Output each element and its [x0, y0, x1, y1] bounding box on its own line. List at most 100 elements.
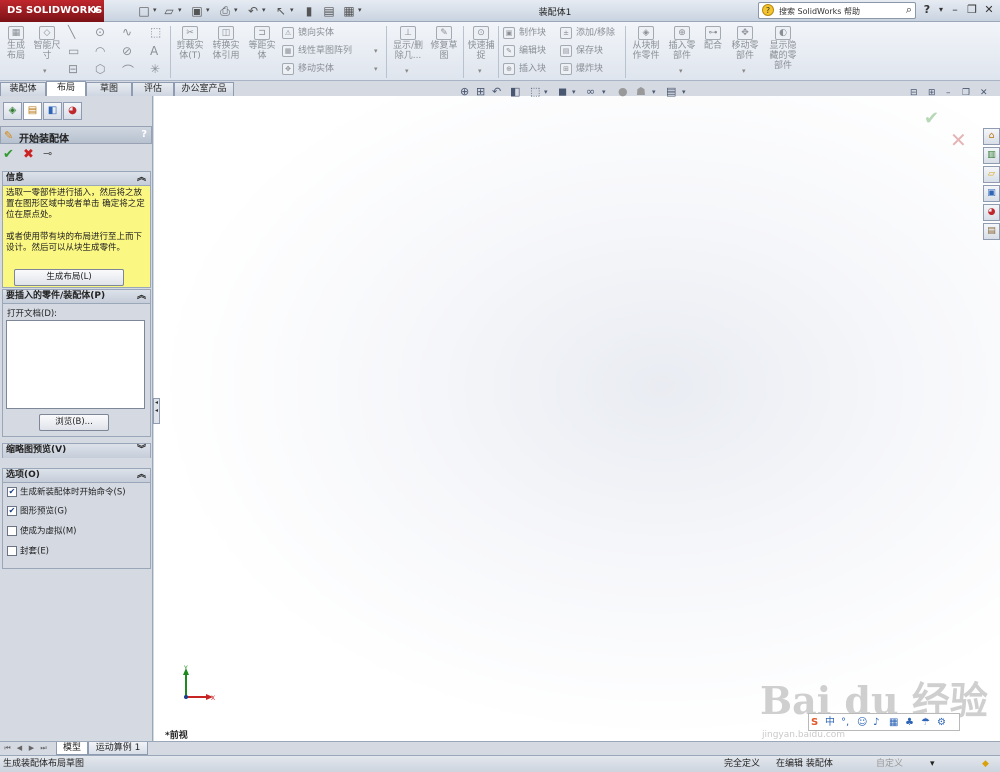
checkbox-unchecked[interactable]: [7, 526, 17, 536]
viewport-split-icon[interactable]: ⊟: [910, 88, 918, 98]
search-icon[interactable]: ⌕: [906, 3, 912, 17]
plane-icon[interactable]: ⬚: [150, 25, 161, 39]
tab-layout[interactable]: 布局: [46, 81, 86, 96]
ellipse-icon[interactable]: ⊘: [122, 44, 132, 58]
viewport-minimize-icon[interactable]: –: [946, 88, 951, 98]
checkbox-unchecked[interactable]: [7, 546, 17, 556]
previous-view-icon[interactable]: ↶: [492, 85, 501, 98]
open-documents-list[interactable]: [6, 320, 145, 409]
pushpin-icon[interactable]: ⊸: [43, 147, 52, 160]
ime-logo-icon[interactable]: S: [811, 715, 818, 730]
arc-icon[interactable]: ◠: [95, 44, 105, 58]
ime-voice-icon[interactable]: ♪: [873, 715, 879, 730]
mirror-entities-button[interactable]: ⚠ 镜向实体: [282, 25, 334, 41]
ime-punctuation-icon[interactable]: °,: [841, 715, 849, 730]
insert-part-group-header[interactable]: 要插入的零件/装配体(P) ︽: [3, 290, 150, 304]
option-graphics-preview[interactable]: ✔ 图形预览(G): [7, 506, 67, 518]
convert-entities-button[interactable]: ◫ 转换实 体引用: [208, 26, 244, 61]
ok-button[interactable]: ✔: [3, 147, 14, 162]
move-component-button[interactable]: ✥ 移动零 部件: [728, 26, 762, 61]
appearances-scenes-icon[interactable]: ◕: [983, 204, 1000, 221]
property-manager-tab-icon[interactable]: ▤: [23, 102, 42, 120]
restore-icon[interactable]: ❐: [965, 3, 979, 17]
explode-block-button[interactable]: ⊞ 爆炸块: [560, 61, 603, 77]
file-explorer-icon[interactable]: ▱: [983, 166, 1000, 183]
zoom-area-icon[interactable]: ⊞: [476, 85, 485, 98]
save-block-button[interactable]: ▤ 保存块: [560, 43, 603, 59]
last-tab-nav-icon[interactable]: ⏭: [38, 743, 49, 754]
scene-dropdown-icon[interactable]: ▾: [652, 88, 656, 96]
make-part-from-block-button[interactable]: ◈ 从块制 作零件: [630, 26, 662, 61]
repair-sketch-button[interactable]: ✎ 修复草 图: [428, 26, 460, 61]
first-tab-nav-icon[interactable]: ⏮: [2, 743, 13, 754]
units-icon[interactable]: ▾: [930, 756, 935, 772]
checkbox-checked[interactable]: ✔: [7, 487, 17, 497]
tab-evaluate[interactable]: 评估: [132, 82, 174, 96]
tab-model[interactable]: 模型: [56, 742, 88, 755]
move-entities-button[interactable]: ✥ 移动实体: [282, 61, 334, 77]
option-start-command[interactable]: ✔ 生成新装配体时开始命令(S): [7, 487, 126, 499]
option-envelope[interactable]: 封套(E): [7, 546, 49, 558]
insert-block-button[interactable]: ⊕ 插入块: [503, 61, 546, 77]
ime-emoji-icon[interactable]: ☺: [857, 715, 867, 730]
view-settings-icon[interactable]: ▤: [666, 85, 676, 98]
insert-component-button[interactable]: ⊕ 插入零 部件: [666, 26, 698, 61]
help-icon[interactable]: ?: [920, 3, 934, 17]
close-icon[interactable]: ✕: [982, 3, 996, 17]
options-group-header[interactable]: 选项(O) ︽: [3, 469, 150, 483]
view-orientation-dropdown-icon[interactable]: ▾: [544, 88, 548, 96]
rebuild-status-icon[interactable]: ◆: [982, 756, 989, 772]
viewport-close-icon[interactable]: ✕: [980, 88, 988, 98]
tab-sketch[interactable]: 草图: [86, 82, 132, 96]
confirmation-ok-icon[interactable]: ✔: [924, 108, 939, 129]
fillet-icon[interactable]: ⌒: [122, 62, 134, 79]
solidworks-resources-icon[interactable]: ⌂: [983, 128, 1000, 145]
ime-settings-icon[interactable]: ⚙: [937, 715, 946, 730]
add-remove-button[interactable]: ± 添加/移除: [560, 25, 615, 41]
graphics-area[interactable]: [154, 96, 1000, 741]
create-layout-panel-button[interactable]: 生成布局(L): [14, 269, 124, 286]
browse-button[interactable]: 浏览(B)...: [39, 414, 109, 431]
feature-manager-tab-icon[interactable]: ◈: [3, 102, 22, 120]
confirmation-cancel-icon[interactable]: ✕: [950, 128, 967, 152]
linear-pattern-button[interactable]: ▦ 线性草图阵列: [282, 43, 352, 59]
configuration-manager-tab-icon[interactable]: ◧: [43, 102, 62, 120]
ime-toolbox-icon[interactable]: ♣: [905, 715, 914, 730]
display-style-icon[interactable]: ◼: [558, 85, 567, 98]
ime-chinese-icon[interactable]: 中: [825, 715, 835, 730]
panel-collapse-handle[interactable]: ◂ ◂: [153, 398, 160, 424]
collapse-icon[interactable]: ︽: [137, 469, 146, 482]
thumbnail-preview-header[interactable]: 缩略图预览(V) ︾: [3, 444, 150, 458]
show-hidden-components-button[interactable]: ◐ 显示隐 藏的零 部件: [766, 26, 800, 71]
circle-icon[interactable]: ⊙: [95, 25, 105, 39]
insert-component-dropdown-icon[interactable]: ▾: [679, 67, 683, 75]
quick-snaps-dropdown-icon[interactable]: ▾: [478, 67, 482, 75]
viewport-link-icon[interactable]: ⊞: [928, 88, 936, 98]
create-layout-button[interactable]: ▦ 生成 布局: [4, 26, 28, 61]
make-block-button[interactable]: ▣ 制作块: [503, 25, 546, 41]
polygon-icon[interactable]: ⬡: [95, 62, 105, 76]
point-icon[interactable]: ✳: [150, 62, 160, 76]
appearance-icon[interactable]: ●: [618, 85, 628, 98]
slot-icon[interactable]: ⊟: [68, 62, 78, 76]
next-tab-nav-icon[interactable]: ▶: [26, 743, 37, 754]
expand-icon[interactable]: ︾: [137, 444, 146, 457]
trim-entities-button[interactable]: ✂ 剪裁实 体(T): [174, 26, 206, 61]
quick-snaps-button[interactable]: ⊙ 快速捕 捉: [466, 26, 496, 61]
line-icon[interactable]: ╲: [68, 25, 75, 39]
custom-properties-icon[interactable]: ▤: [983, 223, 1000, 240]
collapse-icon[interactable]: ︽: [137, 172, 146, 185]
help-search-box[interactable]: ? 搜索 SolidWorks 帮助 ⌕: [758, 2, 916, 19]
input-method-toolbar[interactable]: S 中 °, ☺ ♪ ▦ ♣ ☂ ⚙: [808, 713, 960, 731]
ime-skin-icon[interactable]: ☂: [921, 715, 930, 730]
tab-assembly[interactable]: 装配体: [0, 82, 46, 96]
linear-pattern-dropdown-icon[interactable]: ▾: [374, 47, 378, 55]
edit-block-button[interactable]: ✎ 编辑块: [503, 43, 546, 59]
checkbox-checked[interactable]: ✔: [7, 506, 17, 516]
design-library-icon[interactable]: ▥: [983, 147, 1000, 164]
ime-keyboard-icon[interactable]: ▦: [889, 715, 898, 730]
viewport-restore-icon[interactable]: ❐: [962, 88, 970, 98]
property-manager-help-icon[interactable]: ?: [141, 129, 147, 140]
cancel-button[interactable]: ✖: [23, 147, 34, 162]
tab-office-products[interactable]: 办公室产品: [174, 82, 234, 96]
